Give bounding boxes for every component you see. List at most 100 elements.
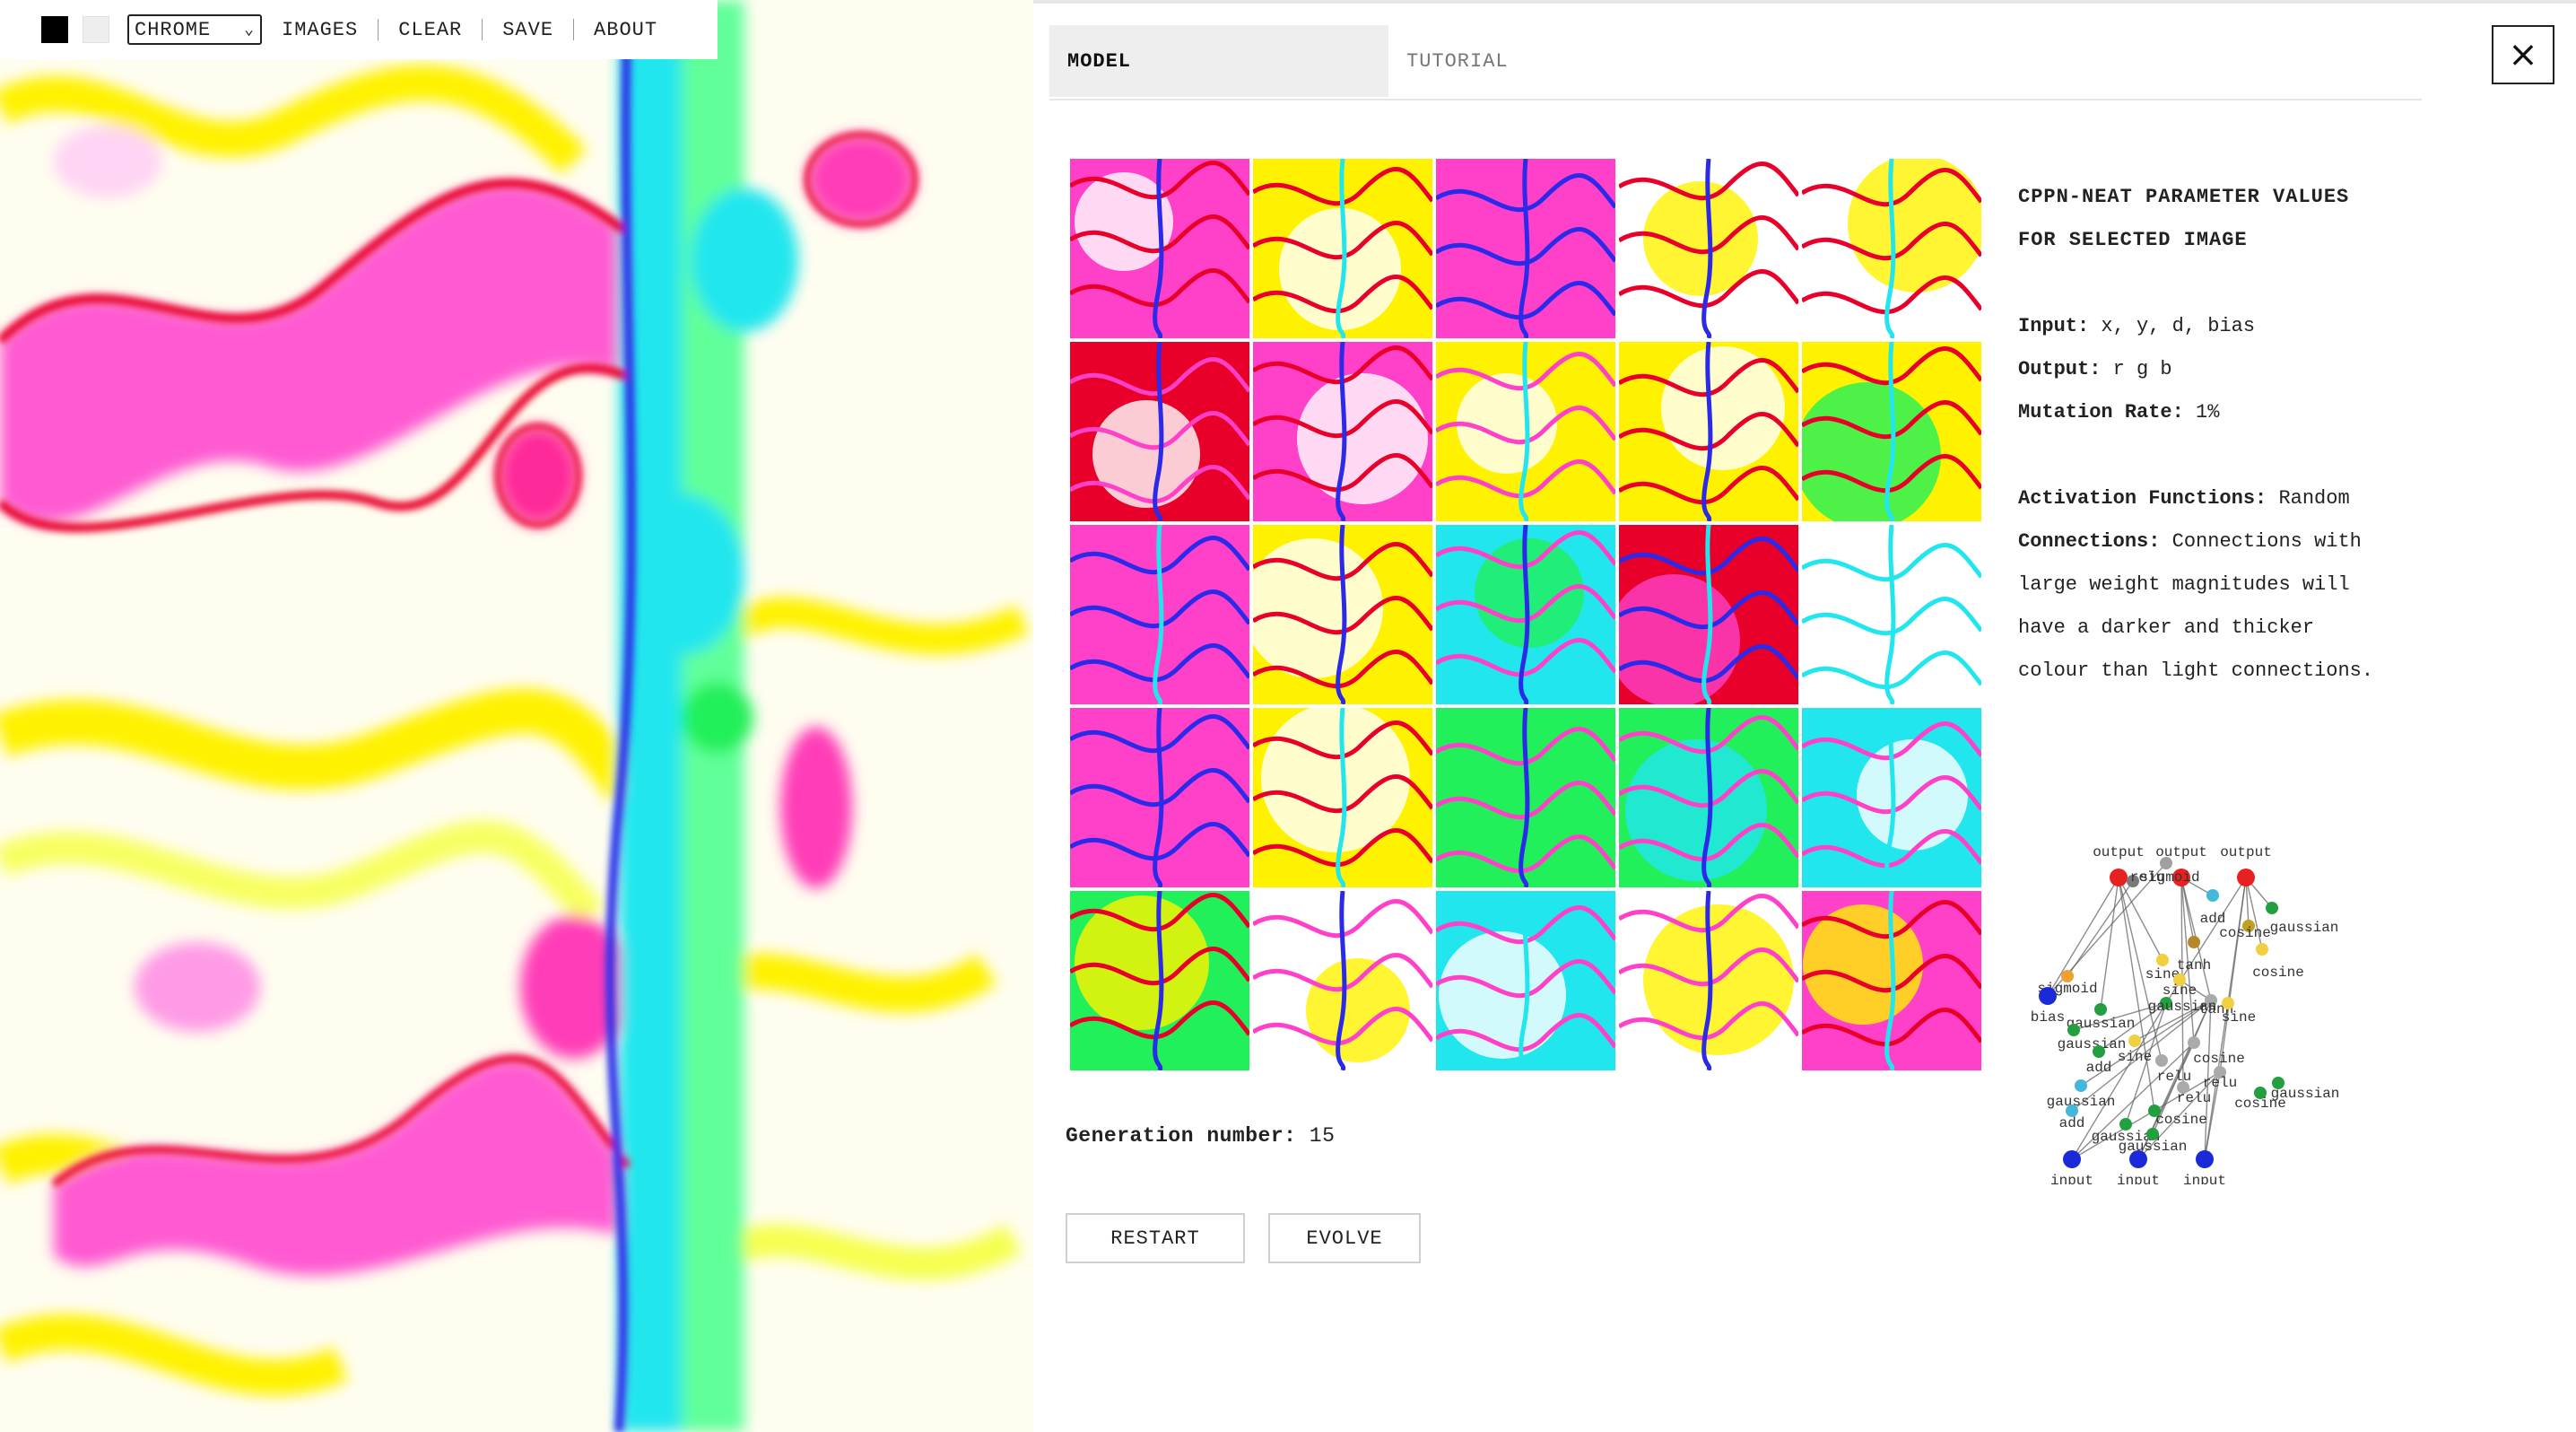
- population-thumbnail[interactable]: [1619, 891, 1798, 1070]
- about-link[interactable]: ABOUT: [574, 19, 677, 41]
- info-title-line1: CPPN-NEAT PARAMETER VALUES: [2018, 186, 2350, 208]
- network-graph[interactable]: output output output sigmoid relu add gaussian…: [2025, 772, 2420, 1184]
- population-thumbnail[interactable]: [1619, 525, 1798, 704]
- activation-row: Activation Functions: Random: [2018, 477, 2431, 520]
- network-node[interactable]: [2110, 869, 2128, 886]
- tab-model[interactable]: MODEL: [1049, 25, 1388, 97]
- white-background-swatch[interactable]: [83, 16, 109, 43]
- thumbnail-image: [1070, 342, 1249, 521]
- close-icon: ×: [2508, 34, 2538, 75]
- thumbnail-image: [1253, 708, 1432, 887]
- network-node[interactable]: [2155, 1054, 2168, 1067]
- network-node[interactable]: [2128, 1035, 2141, 1047]
- network-node-label: add: [2059, 1115, 2085, 1131]
- network-node-label: relu: [2177, 1090, 2211, 1106]
- black-background-swatch[interactable]: [41, 16, 68, 43]
- population-thumbnail[interactable]: [1619, 708, 1798, 887]
- thumbnail-image: [1802, 525, 1981, 704]
- population-thumbnail[interactable]: [1802, 708, 1981, 887]
- save-link[interactable]: SAVE: [483, 19, 573, 41]
- network-node[interactable]: [2129, 1150, 2147, 1168]
- population-thumbnail[interactable]: [1070, 342, 1249, 521]
- network-node-label: sine: [2222, 1009, 2256, 1026]
- network-node-label: gaussian: [2058, 1036, 2127, 1052]
- population-thumbnail[interactable]: [1802, 342, 1981, 521]
- thumbnail-image: [1253, 525, 1432, 704]
- network-node[interactable]: [2196, 1150, 2214, 1168]
- color-mode-select[interactable]: CHROME ⌄: [127, 14, 262, 45]
- population-thumbnail[interactable]: [1436, 159, 1615, 338]
- close-button[interactable]: ×: [2492, 25, 2554, 84]
- connections-row: Connections: Connections with: [2018, 520, 2431, 563]
- output-label: Output:: [2018, 358, 2102, 380]
- images-link[interactable]: IMAGES: [262, 19, 378, 41]
- population-thumbnail[interactable]: [1253, 708, 1432, 887]
- network-node[interactable]: [2160, 857, 2172, 869]
- thumbnail-image: [1802, 891, 1981, 1070]
- thumbnail-image: [1253, 891, 1432, 1070]
- evolve-button[interactable]: EVOLVE: [1268, 1213, 1421, 1263]
- parameter-info: CPPN-NEAT PARAMETER VALUES FOR SELECTED …: [2018, 176, 2431, 693]
- network-node[interactable]: [2039, 987, 2057, 1005]
- generation-counter: Generation number: 15: [1066, 1124, 1335, 1148]
- network-node[interactable]: [2093, 1045, 2105, 1058]
- network-node[interactable]: [2222, 997, 2234, 1009]
- population-thumbnail[interactable]: [1436, 891, 1615, 1070]
- population-thumbnail[interactable]: [1070, 159, 1249, 338]
- network-node[interactable]: [2188, 936, 2200, 948]
- thumbnail-image: [1070, 159, 1249, 338]
- network-node[interactable]: [2094, 1003, 2107, 1016]
- thumbnail-image: [1070, 708, 1249, 887]
- network-node-label: gaussian: [2119, 1139, 2188, 1155]
- connections-label: Connections:: [2018, 530, 2161, 553]
- population-thumbnail[interactable]: [1802, 525, 1981, 704]
- network-node[interactable]: [2188, 1036, 2200, 1049]
- output-row: Output: r g b: [2018, 348, 2431, 391]
- population-thumbnail[interactable]: [1070, 708, 1249, 887]
- network-edge: [2219, 877, 2247, 1073]
- tab-tutorial[interactable]: TUTORIAL: [1388, 25, 1727, 97]
- thumbnail-image: [1253, 342, 1432, 521]
- thumbnail-image: [1436, 891, 1615, 1070]
- thumbnail-image: [1619, 891, 1798, 1070]
- population-thumbnail[interactable]: [1436, 525, 1615, 704]
- population-thumbnail[interactable]: [1070, 525, 1249, 704]
- network-node[interactable]: [2206, 889, 2219, 902]
- network-node[interactable]: [2256, 943, 2268, 956]
- network-node[interactable]: [2075, 1079, 2087, 1092]
- population-thumbnail[interactable]: [1802, 159, 1981, 338]
- network-node-label: input: [2117, 1173, 2160, 1184]
- input-row: Input: x, y, d, bias: [2018, 305, 2431, 348]
- population-thumbnail[interactable]: [1253, 891, 1432, 1070]
- clear-link[interactable]: CLEAR: [379, 19, 482, 41]
- network-node[interactable]: [2237, 869, 2255, 886]
- restart-button[interactable]: RESTART: [1066, 1213, 1245, 1263]
- network-node-label: gaussian: [2270, 920, 2339, 936]
- network-node-label: bias: [2031, 1009, 2065, 1026]
- generated-artwork-canvas[interactable]: [0, 0, 1033, 1432]
- thumbnail-image: [1436, 525, 1615, 704]
- connections-text-3: have a darker and thicker: [2018, 616, 2315, 639]
- thumbnail-image: [1619, 342, 1798, 521]
- population-thumbnail[interactable]: [1253, 159, 1432, 338]
- network-node[interactable]: [2266, 902, 2278, 914]
- population-grid: [1070, 159, 1983, 1072]
- population-thumbnail[interactable]: [1070, 891, 1249, 1070]
- thumbnail-image: [1802, 708, 1981, 887]
- population-thumbnail[interactable]: [1253, 342, 1432, 521]
- network-node-label: cosine: [2155, 1112, 2207, 1128]
- network-node[interactable]: [2156, 954, 2169, 966]
- network-node[interactable]: [2063, 1150, 2081, 1168]
- population-thumbnail[interactable]: [1436, 708, 1615, 887]
- population-thumbnail[interactable]: [1619, 159, 1798, 338]
- population-thumbnail[interactable]: [1802, 891, 1981, 1070]
- population-thumbnail[interactable]: [1619, 342, 1798, 521]
- network-edge: [2067, 880, 2134, 977]
- thumbnail-image: [1436, 708, 1615, 887]
- artwork-image: [0, 0, 1033, 1432]
- population-thumbnail[interactable]: [1436, 342, 1615, 521]
- network-node[interactable]: [2067, 1024, 2080, 1036]
- population-thumbnail[interactable]: [1253, 525, 1432, 704]
- network-node-label: gaussian: [2271, 1086, 2340, 1102]
- thumbnail-image: [1253, 159, 1432, 338]
